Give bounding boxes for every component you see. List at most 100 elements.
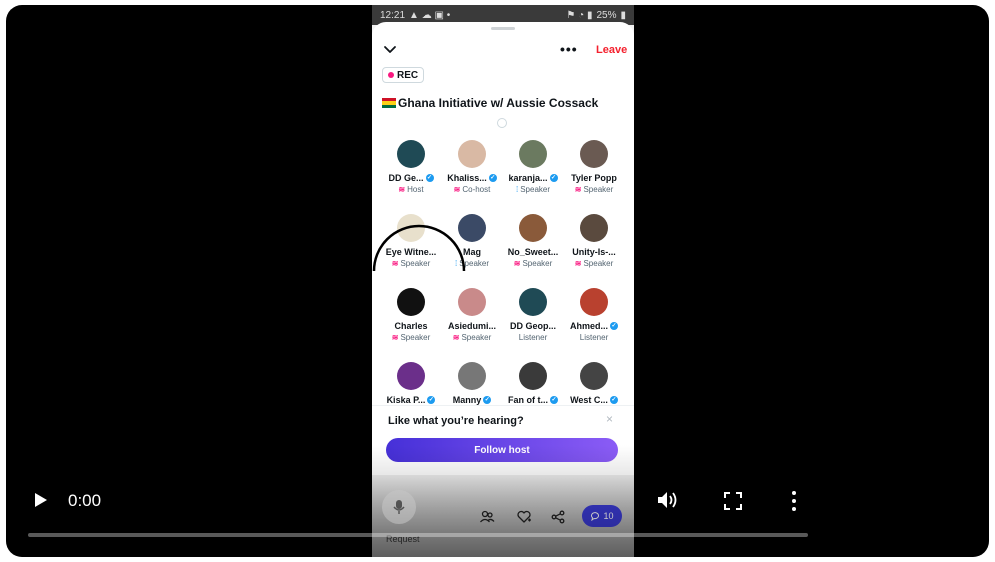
status-time: 12:21 bbox=[380, 9, 406, 21]
participant-name: No_Sweet... bbox=[507, 247, 559, 257]
participant-name-row: Tyler Popp bbox=[561, 173, 627, 183]
participant-role: Speaker bbox=[583, 185, 614, 194]
participant[interactable]: Kiska P... ✓ bbox=[378, 362, 444, 405]
participant-role-row: ≋ Speaker bbox=[561, 185, 627, 194]
participant-name-row: No_Sweet... bbox=[500, 247, 566, 257]
participant-name: Unity-Is-... bbox=[572, 247, 616, 257]
participant-role-row: ≋ Host bbox=[378, 185, 444, 194]
participant-role-row: Listener bbox=[561, 333, 627, 342]
follow-host-button[interactable]: Follow host bbox=[386, 438, 618, 462]
participant-role-row: ≋ Speaker bbox=[500, 259, 566, 268]
participant-name-row: West C... ✓ bbox=[561, 395, 627, 405]
participant[interactable]: West C... ✓ bbox=[561, 362, 627, 405]
verified-badge-icon: ✓ bbox=[427, 396, 436, 404]
battery-icon: ▮ bbox=[620, 9, 626, 21]
participant[interactable]: Manny ✓ bbox=[439, 362, 505, 405]
avatar bbox=[519, 362, 547, 390]
participant-role: Speaker bbox=[400, 333, 431, 342]
participant[interactable]: No_Sweet... ≋ Speaker bbox=[500, 214, 566, 268]
participant-name: West C... bbox=[570, 395, 608, 405]
avatar bbox=[580, 288, 608, 316]
participant-name-row: Charles bbox=[378, 321, 444, 331]
participant-role: Host bbox=[407, 185, 424, 194]
recording-dot-icon bbox=[388, 72, 394, 78]
chevron-down-icon[interactable] bbox=[382, 42, 398, 58]
participant-name: Tyler Popp bbox=[571, 173, 617, 183]
comments-button[interactable]: 10 bbox=[582, 505, 622, 527]
rec-badge: REC bbox=[382, 67, 425, 83]
leave-button[interactable]: Leave bbox=[596, 44, 627, 56]
participant[interactable]: Tyler Popp ≋ Speaker bbox=[561, 140, 627, 194]
popup-title: Like what you’re hearing? bbox=[388, 415, 524, 427]
participant-role-row: ≋ Speaker bbox=[561, 259, 627, 268]
play-icon[interactable] bbox=[34, 492, 48, 508]
participant-name-row: Manny ✓ bbox=[439, 395, 505, 405]
more-vertical-icon[interactable] bbox=[789, 490, 799, 512]
participant-role-row: Listener bbox=[500, 333, 566, 342]
participant[interactable]: Ahmed... ✓ Listener bbox=[561, 288, 627, 342]
participant-name-row: Ahmed... ✓ bbox=[561, 321, 627, 331]
avatar bbox=[580, 140, 608, 168]
avatar bbox=[458, 140, 486, 168]
participant-name-row: Asiedumi... bbox=[439, 321, 505, 331]
avatar bbox=[397, 362, 425, 390]
participant[interactable]: Charles ≋ Speaker bbox=[378, 288, 444, 342]
participant-name: DD Ge... bbox=[388, 173, 424, 183]
participant-role: Co-host bbox=[462, 185, 491, 194]
more-options-button[interactable]: ••• bbox=[560, 41, 578, 57]
avatar bbox=[580, 362, 608, 390]
participant[interactable]: Khaliss... ✓ ≋ Co-host bbox=[439, 140, 505, 194]
mic-off-icon: ≋ bbox=[513, 259, 521, 268]
participant[interactable]: DD Ge... ✓ ≋ Host bbox=[378, 140, 444, 194]
participant-role-row: ⁞ Speaker bbox=[500, 185, 566, 194]
verified-badge-icon: ✓ bbox=[610, 322, 618, 330]
participant-name-row: Unity-Is-... bbox=[561, 247, 627, 257]
avatar bbox=[519, 288, 547, 316]
current-time: 0:00 bbox=[68, 491, 102, 510]
participant[interactable]: karanja... ✓ ⁞ Speaker bbox=[500, 140, 566, 194]
avatar bbox=[519, 140, 547, 168]
request-mic-button[interactable] bbox=[382, 490, 416, 524]
video-player[interactable]: 12:21 ▲ ☁ ▣ • ⚑ ◔ ▮ 25% ▮ ••• Leave REC bbox=[6, 5, 989, 557]
comment-count: 10 bbox=[603, 511, 614, 521]
battery-level: 25% bbox=[596, 9, 617, 21]
share-icon[interactable] bbox=[550, 509, 566, 525]
verified-badge-icon: ✓ bbox=[483, 396, 492, 404]
participant-name: DD Geop... bbox=[509, 321, 556, 331]
verified-badge-icon: ✓ bbox=[549, 174, 558, 182]
participant[interactable]: DD Geop... Listener bbox=[500, 288, 566, 342]
space-title: Ghana Initiative w/ Aussie Cossack bbox=[382, 96, 598, 110]
avatar bbox=[519, 214, 547, 242]
participant[interactable]: Unity-Is-... ≋ Speaker bbox=[561, 214, 627, 268]
participant[interactable]: Fan of t... ✓ bbox=[500, 362, 566, 405]
participant-name: Khaliss... bbox=[447, 173, 487, 183]
participant-name: Manny bbox=[452, 395, 482, 405]
progress-bar[interactable] bbox=[28, 533, 808, 537]
participant-name: Fan of t... bbox=[508, 395, 548, 405]
participant[interactable]: Asiedumi... ≋ Speaker bbox=[439, 288, 505, 342]
participant-name-row: DD Ge... ✓ bbox=[378, 173, 444, 183]
verified-badge-icon: ✓ bbox=[488, 174, 497, 182]
mic-off-icon: ≋ bbox=[453, 185, 461, 194]
participant-name-row: Kiska P... ✓ bbox=[378, 395, 444, 405]
heart-add-icon[interactable] bbox=[516, 509, 532, 525]
mic-off-icon: ≋ bbox=[574, 185, 582, 194]
avatar bbox=[458, 288, 486, 316]
phone-screen: 12:21 ▲ ☁ ▣ • ⚑ ◔ ▮ 25% ▮ ••• Leave REC bbox=[372, 5, 634, 557]
participant-name-row: Khaliss... ✓ bbox=[439, 173, 505, 183]
sheet-grabber[interactable] bbox=[491, 27, 515, 30]
volume-icon[interactable] bbox=[656, 489, 680, 511]
speaking-bars-icon: ⁞ bbox=[515, 185, 519, 194]
participant-name: karanja... bbox=[508, 173, 548, 183]
signal-icons: ⚑ ◔ ▮ bbox=[566, 9, 593, 21]
verified-badge-icon: ✓ bbox=[550, 396, 558, 404]
ghana-flag-icon bbox=[382, 98, 396, 108]
people-icon[interactable] bbox=[479, 509, 495, 525]
close-icon[interactable]: × bbox=[606, 412, 613, 426]
microphone-icon bbox=[393, 500, 405, 514]
follow-host-popup: Like what you’re hearing? × Follow host bbox=[372, 405, 634, 475]
mic-off-icon: ≋ bbox=[574, 259, 582, 268]
mic-off-icon: ≋ bbox=[452, 333, 460, 342]
fullscreen-icon[interactable] bbox=[724, 492, 742, 510]
participant-name-row: DD Geop... bbox=[500, 321, 566, 331]
